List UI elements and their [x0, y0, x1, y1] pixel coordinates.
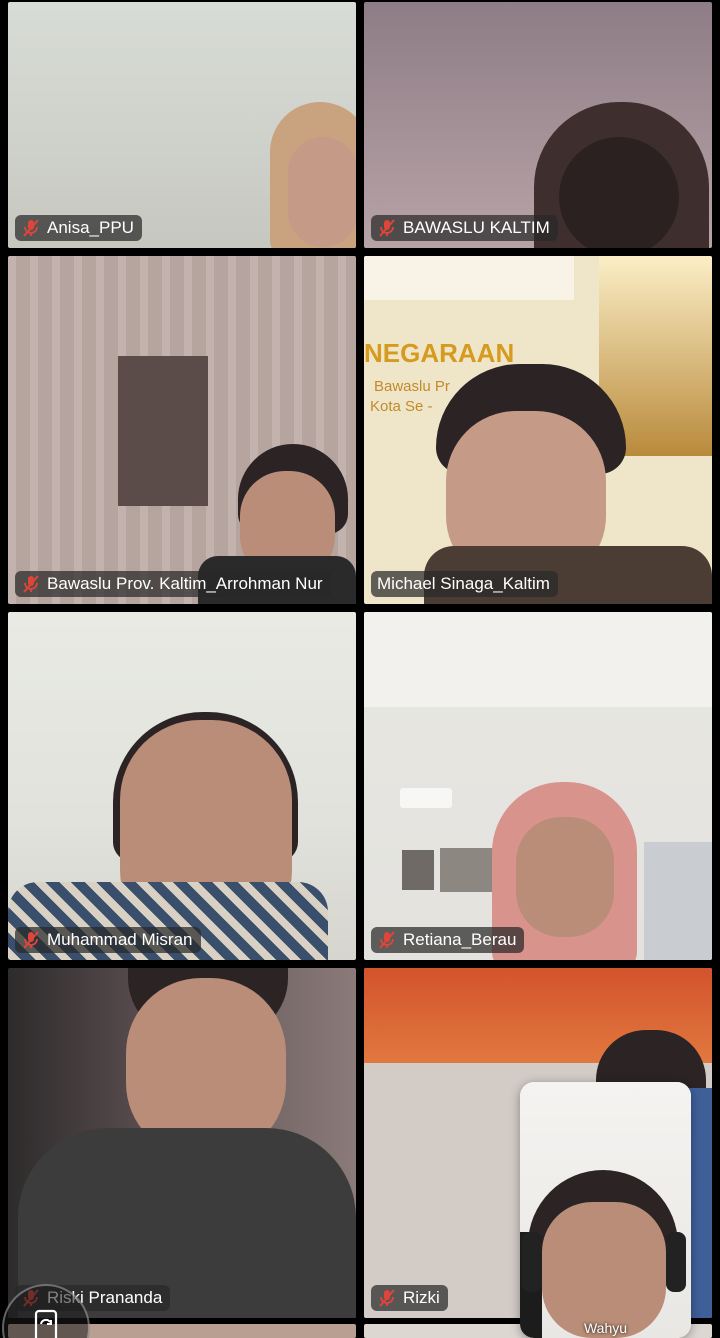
air-conditioner: [400, 788, 452, 808]
name-tag: Michael Sinaga_Kaltim: [371, 571, 558, 597]
video-tile-misran[interactable]: Muhammad Misran: [8, 612, 356, 960]
mic-off-icon: [23, 219, 39, 237]
participant-name: Rizki: [403, 1288, 440, 1307]
participant-name: Muhammad Misran: [47, 930, 193, 949]
banner-subtitle: Bawaslu Pr: [374, 378, 450, 395]
self-name: Wahyu: [583, 1320, 628, 1336]
mic-off-icon: [379, 219, 395, 237]
banner-title: NEGARAAN: [364, 338, 515, 368]
participant-face: [542, 1202, 666, 1338]
video-tile-michael[interactable]: NEGARAAN Bawaslu Pr Kota Se - Michael Si…: [364, 256, 712, 604]
participant-name: Anisa_PPU: [47, 218, 134, 237]
wall-frame: [440, 848, 498, 892]
mic-off-icon: [23, 931, 39, 949]
participant-name: BAWASLU KALTIM: [403, 218, 550, 237]
participant-face: [288, 137, 356, 247]
window-shade: [118, 356, 208, 506]
headphone-cup: [522, 1232, 542, 1292]
ceiling: [364, 612, 712, 707]
mic-off-icon: [23, 575, 39, 593]
video-tile-retiana[interactable]: Retiana_Berau: [364, 612, 712, 960]
self-view-video[interactable]: Wahyu: [520, 1082, 691, 1338]
name-tag: Muhammad Misran: [15, 927, 201, 953]
name-tag: BAWASLU KALTIM: [371, 215, 558, 241]
participant-name: Retiana_Berau: [403, 930, 517, 949]
cabinet: [644, 842, 712, 960]
name-tag: Rizki: [371, 1285, 448, 1311]
banner-subtitle: Kota Se -: [370, 398, 433, 415]
name-tag: Anisa_PPU: [15, 215, 142, 241]
video-tile-riski-prananda[interactable]: Riski Prananda: [8, 968, 356, 1318]
name-tag: Bawaslu Prov. Kaltim_Arrohman Nur: [15, 571, 331, 597]
participant-face: [559, 137, 679, 248]
mic-off-icon: [379, 1289, 395, 1307]
participant-name: Bawaslu Prov. Kaltim_Arrohman Nur: [47, 574, 323, 593]
mic-off-icon: [379, 931, 395, 949]
video-tile-bawaslu-kaltim[interactable]: BAWASLU KALTIM: [364, 2, 712, 248]
headphone-cup: [666, 1232, 686, 1292]
banner-logos: [364, 256, 574, 300]
name-tag: Retiana_Berau: [371, 927, 525, 953]
camera-rotate-icon: [34, 1309, 58, 1338]
video-tile-anisa[interactable]: Anisa_PPU: [8, 2, 356, 248]
participant-face: [516, 817, 614, 937]
participant-name: Michael Sinaga_Kaltim: [377, 574, 550, 593]
wall-frame: [402, 850, 434, 890]
video-tile-arrohman[interactable]: Bawaslu Prov. Kaltim_Arrohman Nur: [8, 256, 356, 604]
